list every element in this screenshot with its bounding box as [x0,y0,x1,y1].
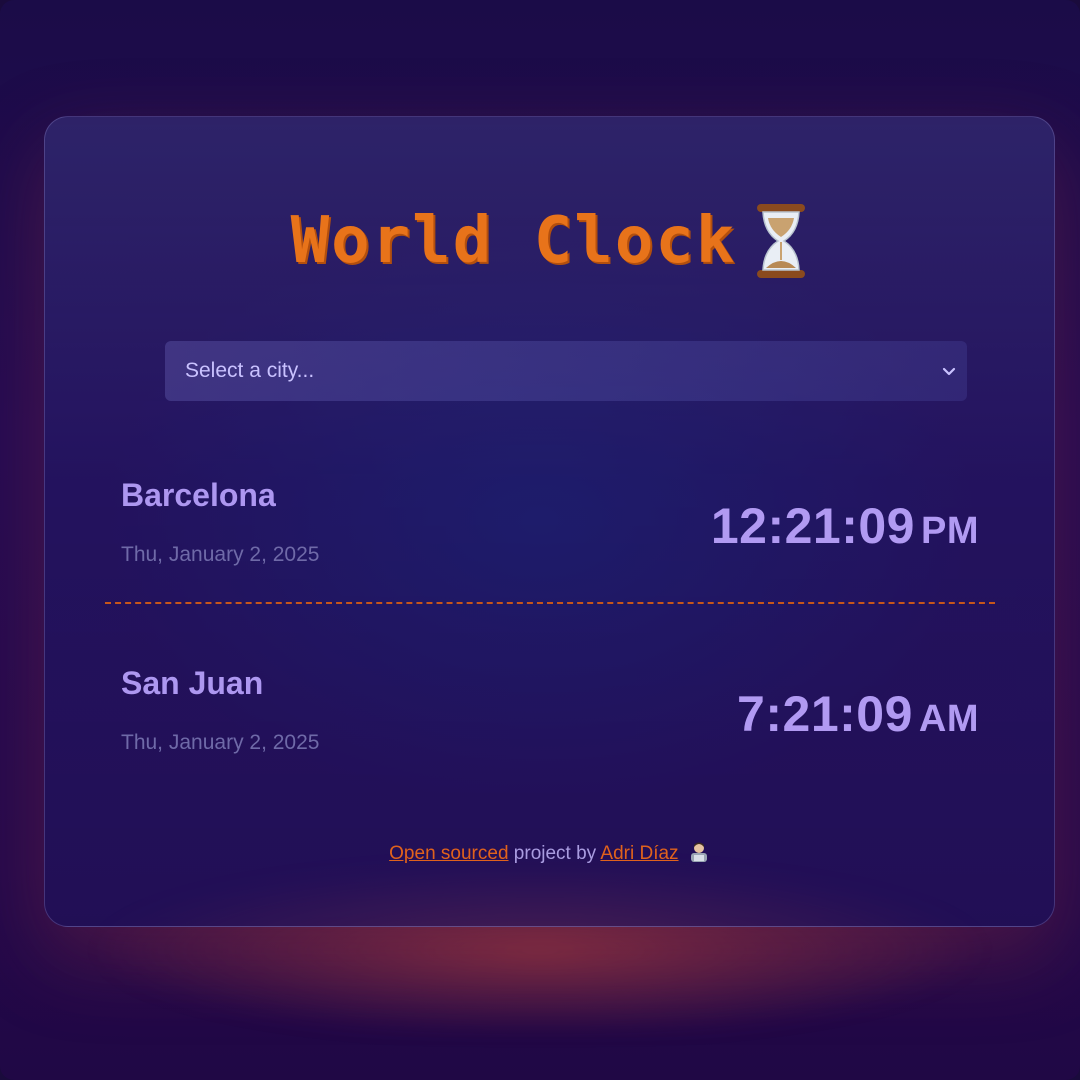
city-time: 7:21:09 AM [737,685,979,743]
time-period: PM [921,510,979,552]
city-name: San Juan [121,665,264,701]
time-period: AM [918,698,979,740]
city-name: Barcelona [121,477,276,513]
time-value: 12:21:09 [710,498,915,554]
hourglass-icon [757,204,806,278]
open-source-link[interactable]: Open sourced [389,843,508,864]
city-date: Thu, January 2, 2025 [121,543,320,566]
footer-text: project by [513,843,597,864]
footer: Open sourced project by Adri Díaz [45,841,1054,865]
page-title: World Clock [290,204,737,278]
city-select-placeholder: Select a city... [185,359,315,382]
world-clock-card: World Clock Select a city... Barcelona T… [44,116,1055,927]
city-time: 12:21:09 PM [711,497,979,555]
city-date: Thu, January 2, 2025 [121,731,320,754]
author-link[interactable]: Adri Díaz [600,843,678,864]
city-select[interactable]: Select a city... [165,341,967,401]
technologist-icon [690,842,707,862]
time-value: 7:21:09 [737,686,913,742]
header: World Clock [45,201,1054,281]
clock-divider [105,602,995,604]
chevron-down-icon [942,367,956,376]
clock-row-barcelona: Barcelona Thu, January 2, 2025 12:21:09 P… [121,477,979,597]
clock-row-san-juan: San Juan Thu, January 2, 2025 7:21:09 AM [121,665,979,785]
app-background: World Clock Select a city... Barcelona T… [0,0,1080,1080]
